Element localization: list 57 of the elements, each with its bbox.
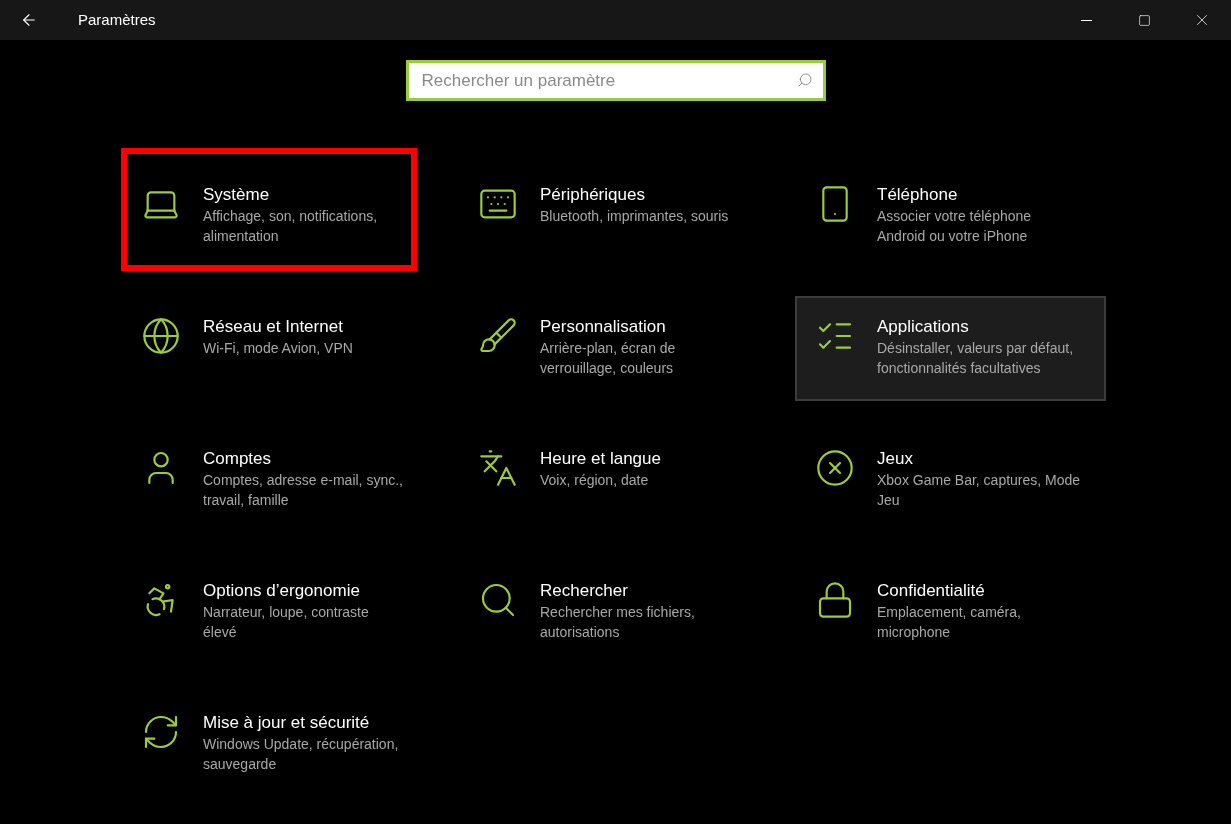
- tile-description: autorisations: [540, 623, 621, 642]
- tile-description: Voix, région, date: [540, 471, 650, 490]
- tile-title: Options d’ergonomie: [203, 580, 361, 602]
- tile-description: verrouillage, couleurs: [540, 359, 675, 378]
- tile-title: Jeux: [877, 448, 914, 470]
- search-icon: [796, 72, 813, 88]
- tile-title: Applications: [877, 316, 970, 338]
- tile-title: Heure et langue: [540, 448, 661, 470]
- window-title: Paramètres: [78, 9, 156, 30]
- tile-title: Confidentialité: [877, 580, 986, 602]
- tile-description: Wi-Fi, mode Avion, VPN: [203, 339, 353, 358]
- tile-description: Jeu: [877, 491, 901, 510]
- globe-icon: [141, 316, 181, 356]
- settings-tile[interactable]: Options d’ergonomie Narrateur, loupe, contraste élevé: [121, 560, 432, 665]
- language-icon: [478, 448, 518, 488]
- tile-title: Téléphone: [877, 184, 959, 206]
- tile-description: Emplacement, caméra,: [877, 603, 1021, 622]
- tile-description: travail, famille: [203, 491, 290, 510]
- settings-tile[interactable]: Comptes Comptes, adresse e-mail, sync., travail, famille: [121, 428, 432, 533]
- settings-tile[interactable]: Personnalisation Arrière-plan, écran de verrouillage, couleurs: [458, 296, 769, 401]
- settings-tile[interactable]: Mise à jour et sécurité Windows Update, récupération, sauvegarde: [121, 692, 432, 797]
- tile-title: Rechercher: [540, 580, 629, 602]
- tile-title: Personnalisation: [540, 316, 667, 338]
- tile-description: Windows Update, récupération,: [203, 735, 399, 754]
- tile-description: Rechercher mes fichiers,: [540, 603, 695, 622]
- settings-tile[interactable]: Heure et langue Voix, région, date: [458, 428, 769, 533]
- tile-description: Affichage, son, notifications,: [203, 207, 378, 226]
- tile-title: Système: [203, 184, 271, 206]
- settings-tile[interactable]: Téléphone Associer votre téléphone Android ou votre iPhone: [795, 164, 1106, 269]
- tile-description: Associer votre téléphone: [877, 207, 1032, 226]
- settings-tile[interactable]: Périphériques Bluetooth, imprimantes, souris: [458, 164, 769, 269]
- tile-title: Périphériques: [540, 184, 646, 206]
- tile-description: Bluetooth, imprimantes, souris: [540, 207, 729, 226]
- tile-description: Narrateur, loupe, contraste: [203, 603, 369, 622]
- tile-description: Xbox Game Bar, captures, Mode: [877, 471, 1081, 490]
- tile-description: Android ou votre iPhone: [877, 227, 1029, 246]
- tile-title: Comptes: [203, 448, 273, 470]
- tile-title: Mise à jour et sécurité: [203, 712, 371, 734]
- tile-title: Réseau et Internet: [203, 316, 344, 338]
- settings-tile[interactable]: Confidentialité Emplacement, caméra, microphone: [795, 560, 1106, 665]
- tile-description: fonctionnalités facultatives: [877, 359, 1042, 378]
- tile-description: élevé: [203, 623, 238, 642]
- maximize-icon: [1137, 13, 1151, 27]
- settings-tile[interactable]: Jeux Xbox Game Bar, captures, Mode Jeu: [795, 428, 1106, 533]
- tile-description: alimentation: [203, 227, 280, 246]
- tile-description: Désinstaller, valeurs par défaut,: [877, 339, 1074, 358]
- settings-tile[interactable]: Système Affichage, son, notifications, alimentation: [121, 164, 432, 269]
- tile-description: Arrière-plan, écran de: [540, 339, 676, 358]
- settings-tile[interactable]: Réseau et Internet Wi-Fi, mode Avion, VPN: [121, 296, 432, 401]
- tile-description: Comptes, adresse e-mail, sync.,: [203, 471, 403, 490]
- tile-description: sauvegarde: [203, 755, 278, 774]
- settings-tile[interactable]: Rechercher Rechercher mes fichiers, autorisations: [458, 560, 769, 665]
- tile-description: microphone: [877, 623, 952, 642]
- search-field[interactable]: Rechercher un paramètre: [405, 60, 826, 101]
- circle-x-icon: [815, 448, 855, 488]
- settings-tile[interactable]: Applications Désinstaller, valeurs par défaut, fonctionnalités facultatives: [795, 296, 1106, 401]
- minimize-icon: [1080, 19, 1092, 21]
